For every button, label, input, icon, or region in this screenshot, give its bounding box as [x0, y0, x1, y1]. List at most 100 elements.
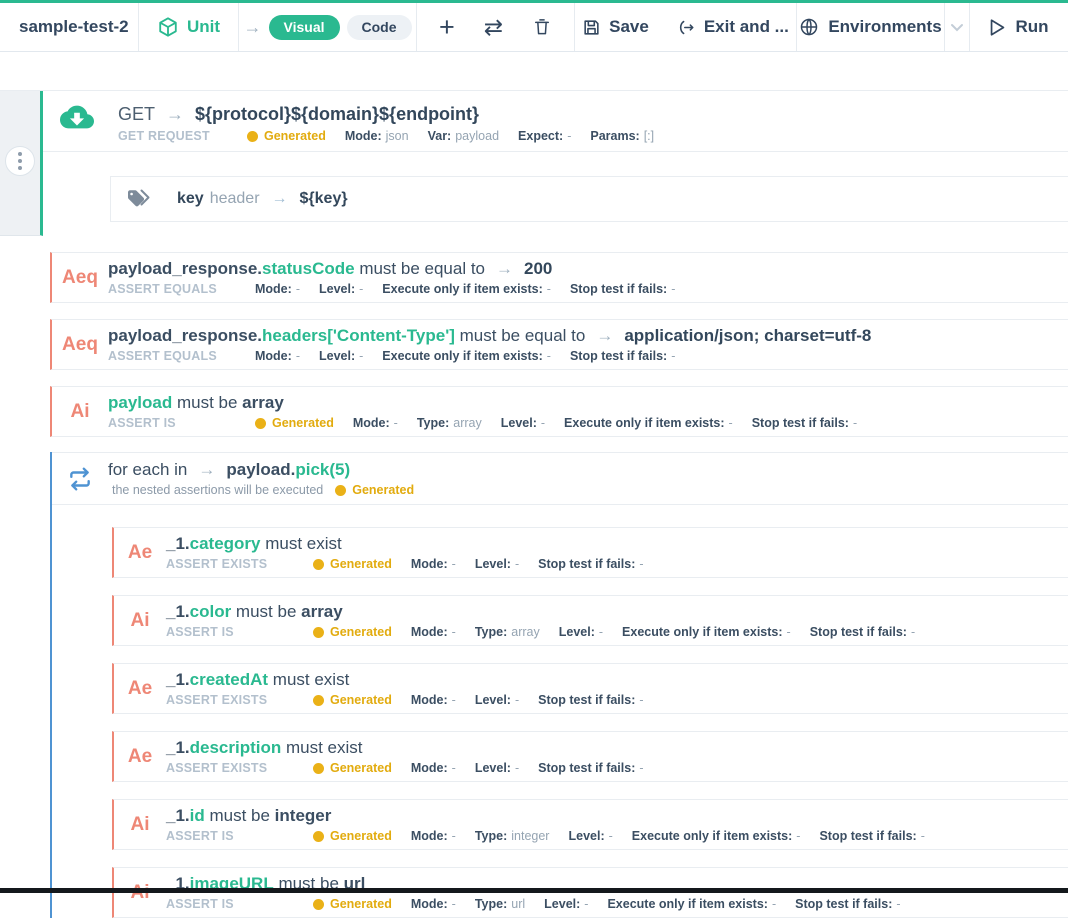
- assertion-row[interactable]: Aeq payload_response.statusCode must be …: [50, 252, 1068, 303]
- generated-badge: Generated: [247, 129, 326, 144]
- loop-icon: [52, 459, 108, 498]
- assertion-badge: Aeq: [52, 320, 108, 369]
- foreach-row[interactable]: for each inpayload.pick(5) the nested as…: [52, 452, 1068, 505]
- exit-label: Exit and ...: [704, 17, 789, 37]
- assertion-badge: Ae: [114, 664, 166, 713]
- request-title: GET${protocol}${domain}${endpoint}: [118, 102, 1068, 126]
- get-request-row[interactable]: GET${protocol}${domain}${endpoint} GET R…: [43, 91, 1068, 152]
- assertion-kind: ASSERT EXISTS: [166, 761, 294, 776]
- arrow-icon: [166, 104, 184, 124]
- assertion-badge: Ai: [114, 596, 166, 645]
- meta-item: Expect:-: [518, 129, 571, 144]
- meta-item: Mode:json: [345, 129, 409, 144]
- meta-item: Execute only if item exists:-: [607, 897, 776, 912]
- meta-item: Mode:-: [411, 557, 456, 572]
- meta-item: Params:[:]: [590, 129, 654, 144]
- meta-item: Mode:-: [353, 416, 398, 431]
- generated-dot-icon: [247, 131, 258, 142]
- meta-item: Mode:-: [411, 625, 456, 640]
- assertion-badge: Aeq: [52, 253, 108, 302]
- meta-item: Execute only if item exists:-: [632, 829, 801, 844]
- assertion-row[interactable]: Ae _1.createdAt must exist ASSERT EXISTS…: [112, 663, 1068, 714]
- toggle-arrow-icon: →: [244, 17, 262, 38]
- environments-label: Environments: [828, 17, 941, 37]
- meta-item: Type:array: [475, 625, 540, 640]
- component-menu-button[interactable]: [5, 146, 35, 176]
- assertion-title: payload_response.statusCode must be equa…: [108, 258, 1068, 279]
- assertion-row[interactable]: Ai payload must be array ASSERT IS Gener…: [50, 386, 1068, 437]
- generated-dot-icon: [255, 418, 266, 429]
- assertion-title: _1.color must be array: [166, 601, 1068, 622]
- assertion-kind: ASSERT IS: [166, 897, 294, 912]
- assertion-row[interactable]: Aeq payload_response.headers['Content-Ty…: [50, 319, 1068, 370]
- delete-button[interactable]: [532, 16, 552, 38]
- request-method: GET: [118, 104, 155, 124]
- environments-button[interactable]: Environments: [797, 3, 945, 51]
- foreach-target-fn: pick(5): [295, 460, 350, 479]
- meta-item: Var:payload: [428, 129, 499, 144]
- assertion-badge: Ae: [114, 732, 166, 781]
- generated-badge: Generated: [313, 897, 392, 912]
- meta-item: Level:-: [568, 829, 612, 844]
- meta-item: Type:integer: [475, 829, 550, 844]
- generated-dot-icon: [313, 627, 324, 638]
- generated-badge: Generated: [313, 557, 392, 572]
- run-button[interactable]: Run: [970, 3, 1068, 51]
- assertion-kind: ASSERT IS: [166, 829, 294, 844]
- generated-badge: Generated: [313, 829, 392, 844]
- meta-item: Execute only if item exists:-: [622, 625, 791, 640]
- tag-icon: [126, 188, 153, 210]
- meta-item: Level:-: [475, 693, 519, 708]
- meta-item: Mode:-: [411, 829, 456, 844]
- meta-item: Mode:-: [255, 349, 300, 364]
- unit-button[interactable]: Unit: [139, 3, 239, 51]
- topbar: sample-test-2 Unit → Visual Code + ⇄ Sav…: [0, 0, 1068, 52]
- save-button[interactable]: Save: [582, 17, 649, 37]
- assertion-badge: Ai: [114, 800, 166, 849]
- assertion-row[interactable]: Ae _1.category must exist ASSERT EXISTS …: [112, 527, 1068, 578]
- meta-item: Stop test if fails:-: [570, 349, 675, 364]
- cloud-download-icon: [60, 104, 94, 130]
- generated-dot-icon: [313, 763, 324, 774]
- assertion-row[interactable]: Ae _1.description must exist ASSERT EXIS…: [112, 731, 1068, 782]
- test-name: sample-test-2: [0, 3, 139, 51]
- exit-button[interactable]: Exit and ...: [676, 17, 789, 37]
- save-icon: [582, 18, 601, 37]
- param-type: header: [210, 190, 260, 207]
- visual-tab[interactable]: Visual: [269, 15, 340, 40]
- reorder-button[interactable]: ⇄: [484, 16, 503, 39]
- meta-item: Level:-: [544, 897, 588, 912]
- component-kind: GET REQUEST: [118, 129, 228, 144]
- save-exit-group: Save Exit and ...: [575, 3, 797, 51]
- foreach-group: for each inpayload.pick(5) the nested as…: [50, 452, 1068, 918]
- code-tab[interactable]: Code: [347, 15, 412, 40]
- arrow-icon: [198, 460, 215, 479]
- meta-item: Mode:-: [411, 897, 456, 912]
- assertion-row[interactable]: Ai _1.id must be integer ASSERT IS Gener…: [112, 799, 1068, 850]
- meta-item: Level:-: [501, 416, 545, 431]
- add-component-button[interactable]: +: [439, 14, 455, 41]
- chevron-down-icon: [950, 23, 964, 32]
- assertion-title: _1.description must exist: [166, 737, 1068, 758]
- assertion-kind: ASSERT IS: [108, 416, 236, 431]
- assertion-row[interactable]: Ai _1.color must be array ASSERT IS Gene…: [112, 595, 1068, 646]
- generated-dot-icon: [313, 559, 324, 570]
- run-label: Run: [1015, 17, 1048, 37]
- get-request-group: GET${protocol}${domain}${endpoint} GET R…: [0, 90, 1068, 236]
- foreach-target-prefix: payload.: [226, 460, 295, 479]
- meta-item: Mode:-: [255, 282, 300, 297]
- assertion-kind: ASSERT EQUALS: [108, 349, 236, 364]
- foreach-title: for each inpayload.pick(5): [108, 459, 1068, 480]
- play-icon: [989, 18, 1006, 37]
- environments-dropdown-toggle[interactable]: [945, 3, 970, 51]
- assertion-kind: ASSERT EXISTS: [166, 693, 294, 708]
- exit-icon: [676, 18, 696, 37]
- meta-item: Stop test if fails:-: [538, 693, 643, 708]
- header-param-row[interactable]: keyheader${key}: [110, 176, 1068, 222]
- globe-icon: [799, 17, 819, 37]
- test-canvas: GET${protocol}${domain}${endpoint} GET R…: [0, 90, 1068, 918]
- arrow-icon: [496, 259, 513, 278]
- meta-item: Stop test if fails:-: [819, 829, 924, 844]
- assertion-kind: ASSERT IS: [166, 625, 294, 640]
- meta-item: Mode:-: [411, 761, 456, 776]
